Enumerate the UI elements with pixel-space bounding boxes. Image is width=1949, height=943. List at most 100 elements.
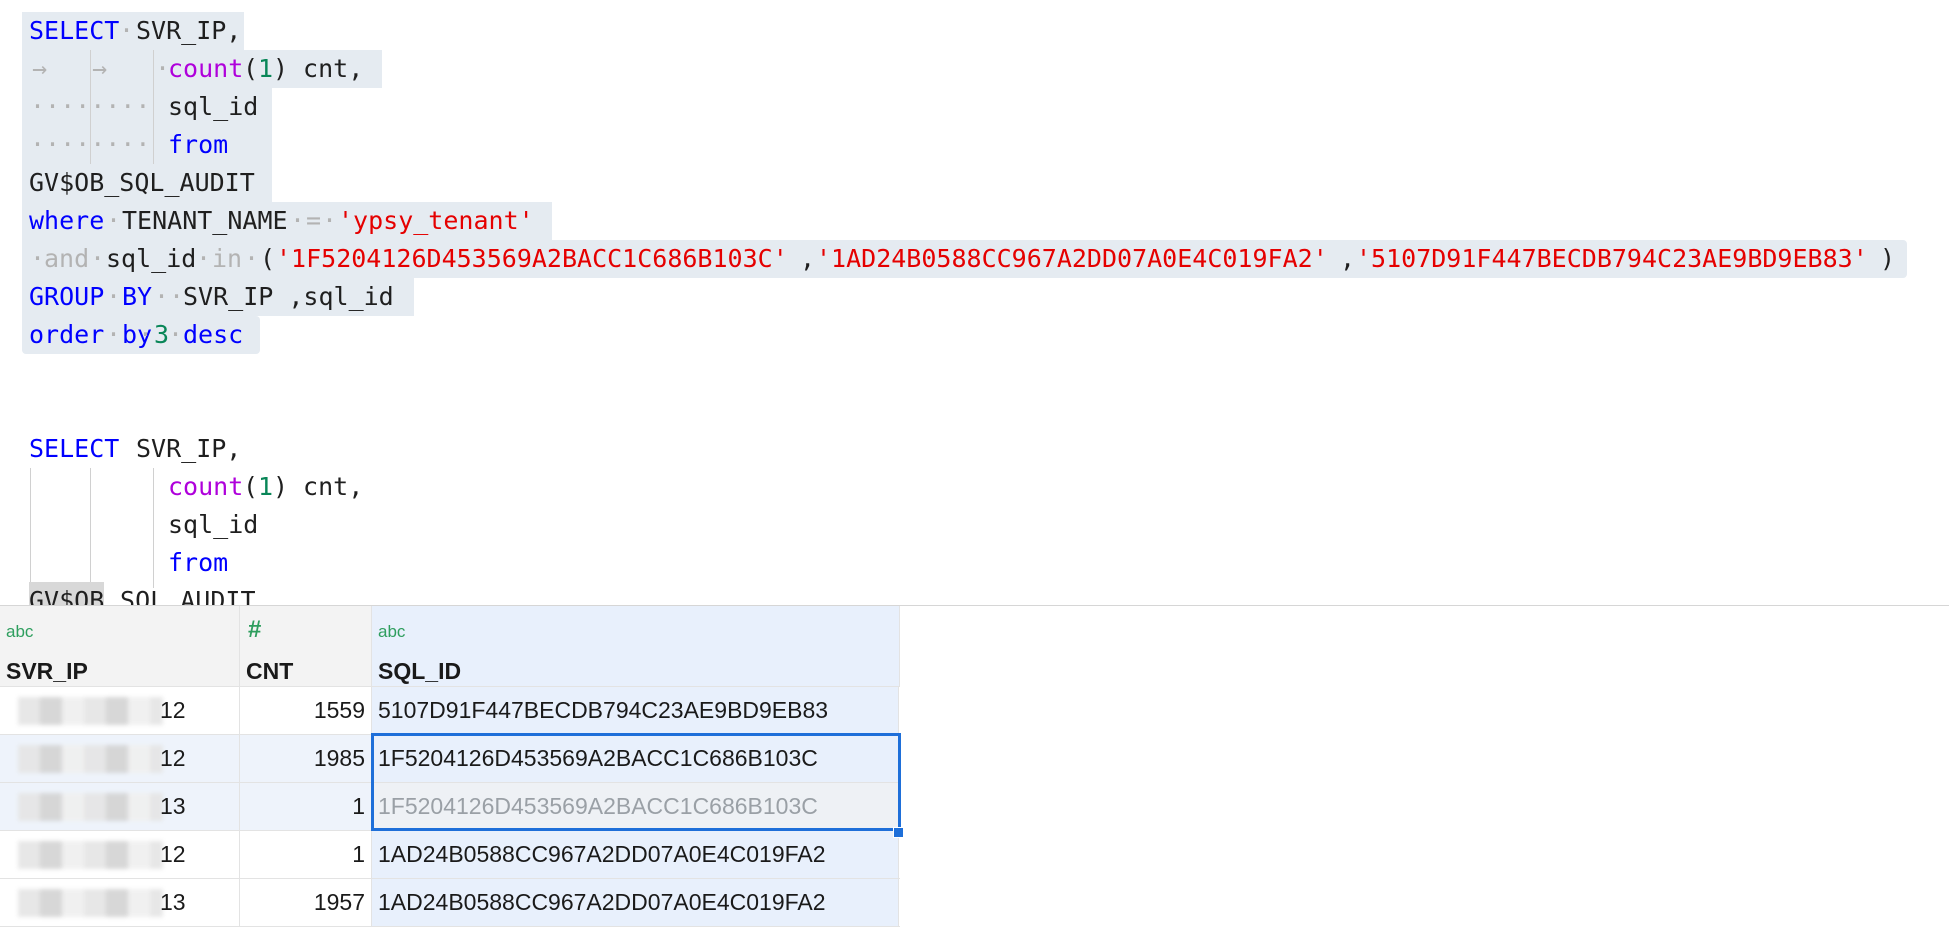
paren: ( [260, 244, 276, 273]
code-line: where · TENANT_NAME · = · 'ypsy_tenant' [0, 202, 534, 240]
code-line: SELECT SVR_IP, [0, 430, 241, 468]
cell-sql-id[interactable]: 1AD24B0588CC967A2DD07A0E4C019FA2 [372, 879, 899, 926]
code-line: GV$OB_SQL_AUDIT [0, 164, 255, 202]
column-name: SQL_ID [378, 658, 462, 684]
identifier: sql_id [106, 244, 197, 273]
column-header-svr-ip[interactable]: abc SVR_IP [0, 606, 240, 686]
identifier: _SQL_AUDIT [105, 586, 256, 605]
redacted-ip [18, 745, 163, 773]
tab-arrow-icon: → [92, 54, 108, 83]
whitespace-dot: · [168, 320, 184, 349]
column-name: CNT [246, 658, 294, 684]
identifier: TENANT_NAME [122, 206, 288, 235]
whitespace-dots: ········ [30, 92, 151, 121]
code-line: GV$OB _SQL_AUDIT [0, 582, 256, 605]
keyword: from [168, 130, 229, 159]
whitespace-dot: · [290, 206, 306, 235]
whitespace-dot: · [138, 320, 154, 349]
code-line: sql_id [0, 506, 258, 544]
whitespace-dot: · [196, 244, 212, 273]
paren: ( [243, 54, 259, 83]
paren: ) [1880, 244, 1896, 273]
column-header-cnt[interactable]: # CNT [240, 606, 372, 686]
redacted-ip [18, 793, 163, 821]
cell-selection-box[interactable] [371, 733, 901, 831]
number-type-icon: # [248, 616, 262, 643]
comma: , [1340, 244, 1356, 273]
sql-editor[interactable]: SELECT · SVR_IP, → → · count ( 1 ) cnt, … [0, 0, 1949, 605]
code-line: ········ sql_id [0, 88, 258, 126]
cell-cnt[interactable]: 1985 [240, 735, 372, 782]
number: 1 [258, 54, 274, 83]
keyword: where [29, 206, 105, 235]
whitespace-dot: · [244, 244, 260, 273]
number: 1 [258, 472, 274, 501]
string-literal: 'ypsy_tenant' [338, 206, 534, 235]
cell-svr-ip[interactable]: 13 [0, 783, 240, 830]
code-line: → → · count ( 1 ) cnt, [0, 50, 363, 88]
string-literal: '5107D91F447BECDB794C23AE9BD9EB83' [1356, 244, 1868, 273]
cell-svr-ip[interactable]: 13 [0, 879, 240, 926]
indent-guide [90, 468, 91, 588]
fill-handle[interactable] [893, 827, 904, 838]
keyword: from [168, 548, 229, 577]
identifier: SVR_IP ,sql_id [183, 282, 394, 311]
function-name: count [168, 54, 244, 83]
code-line: GROUP · BY ·· SVR_IP ,sql_id [0, 278, 394, 316]
operator: = [306, 206, 322, 235]
string-literal: '1F5204126D453569A2BACC1C686B103C' [276, 244, 788, 273]
whitespace-dot: · [90, 244, 106, 273]
indent-guide [153, 468, 154, 588]
table-name: GV$OB_SQL_AUDIT [29, 168, 255, 197]
cell-sql-id[interactable]: 5107D91F447BECDB794C23AE9BD9EB83 [372, 687, 899, 734]
cell-cnt[interactable]: 1957 [240, 879, 372, 926]
whitespace-dots: ········ [30, 130, 151, 159]
number: 3 [154, 320, 170, 349]
indent-guide [153, 50, 154, 164]
keyword: BY [122, 282, 153, 311]
redacted-ip [18, 697, 163, 725]
comma: , [800, 244, 816, 273]
keyword: SELECT [29, 16, 120, 45]
cell-svr-ip[interactable]: 12 [0, 735, 240, 782]
cell-cnt[interactable]: 1 [240, 831, 372, 878]
cell-sql-id[interactable]: 1AD24B0588CC967A2DD07A0E4C019FA2 [372, 831, 899, 878]
whitespace-dot: · [106, 206, 122, 235]
code-line: order · by · 3 · desc [0, 316, 243, 354]
code-line: ········ from [0, 126, 228, 164]
paren: ) [273, 54, 289, 83]
ip-suffix: 13 [160, 889, 186, 915]
column-name: SVR_IP [6, 658, 88, 684]
whitespace-dot: · [119, 16, 135, 45]
table-row[interactable]: 12 1 1AD24B0588CC967A2DD07A0E4C019FA2 [0, 830, 900, 878]
cell-svr-ip[interactable]: 12 [0, 831, 240, 878]
whitespace-dot: · [30, 244, 46, 273]
identifier: cnt, [288, 54, 364, 83]
ip-suffix: 13 [160, 793, 186, 819]
cell-cnt[interactable]: 1 [240, 783, 372, 830]
keyword: in [212, 244, 243, 273]
paren: ( [243, 472, 259, 501]
whitespace-dot: · [106, 282, 122, 311]
keyword: desc [183, 320, 244, 349]
identifier: cnt, [288, 472, 364, 501]
keyword: SELECT [29, 434, 120, 463]
whitespace-dot: · [106, 320, 122, 349]
text-type-icon: abc [378, 622, 406, 641]
code-line: · and · sql_id · in · ( '1F5204126D45356… [0, 240, 1895, 278]
table-row[interactable]: 13 1957 1AD24B0588CC967A2DD07A0E4C019FA2 [0, 878, 900, 927]
identifier: SVR_IP, [136, 434, 242, 463]
whitespace-dot: · [322, 206, 338, 235]
ip-suffix: 12 [160, 745, 186, 771]
cell-svr-ip[interactable]: 12 [0, 687, 240, 734]
column-header-sql-id[interactable]: abc SQL_ID [372, 606, 900, 686]
code-line: SELECT · SVR_IP, [0, 12, 241, 50]
paren: ) [273, 472, 289, 501]
keyword: order [29, 320, 105, 349]
keyword: GROUP [29, 282, 105, 311]
whitespace-dots: ·· [154, 282, 185, 311]
table-row[interactable]: 12 1559 5107D91F447BECDB794C23AE9BD9EB83 [0, 686, 900, 734]
ip-suffix: 12 [160, 697, 186, 723]
identifier: sql_id [168, 92, 259, 121]
cell-cnt[interactable]: 1559 [240, 687, 372, 734]
